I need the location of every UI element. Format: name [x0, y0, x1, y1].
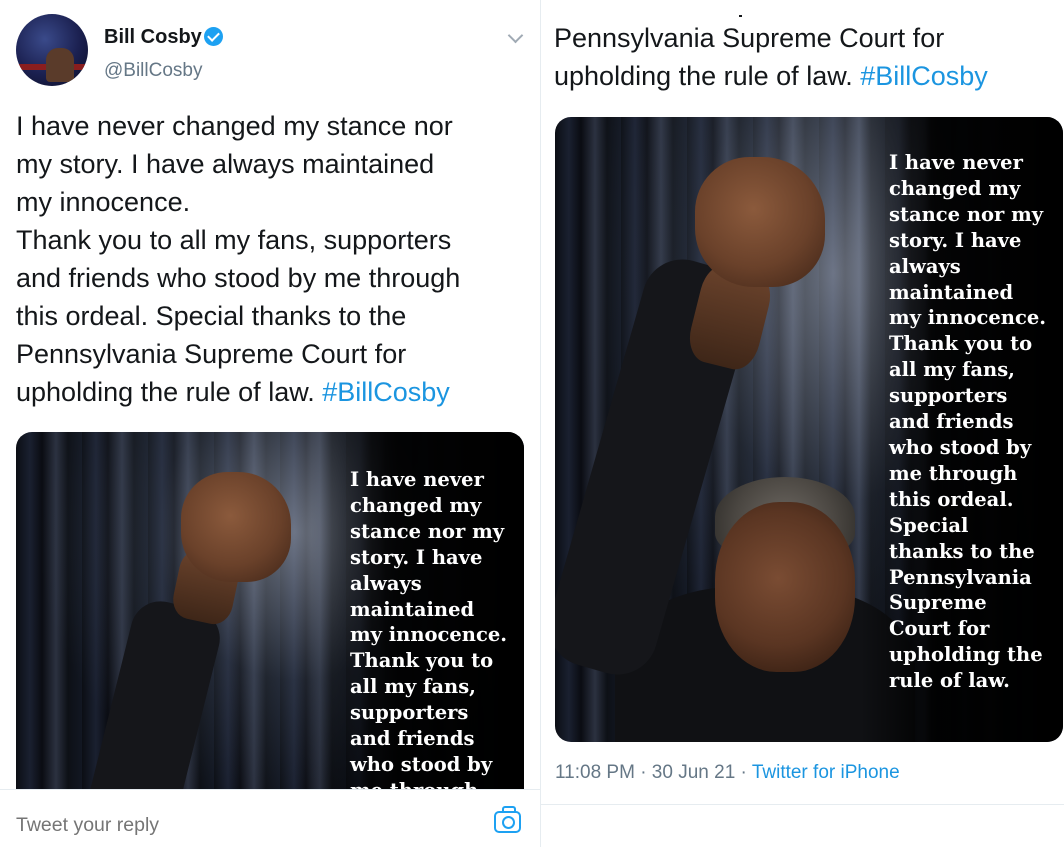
tweet-detail-panel: Bill Cosby @BillCosby I have never chang…	[0, 0, 540, 847]
source-link[interactable]: Twitter for iPhone	[752, 762, 900, 783]
time-date[interactable]: 11:08 PM · 30 Jun 21 ·	[555, 762, 752, 783]
user-handle[interactable]: @BillCosby	[104, 60, 202, 82]
reply-bar	[0, 789, 540, 847]
person-head	[715, 502, 855, 672]
reply-input[interactable]	[16, 814, 267, 837]
image-overlay-text: I have never changed my stance nor my st…	[889, 151, 1047, 693]
divider	[540, 804, 1064, 805]
avatar-figure	[46, 48, 74, 82]
avatar[interactable]	[16, 14, 88, 86]
chevron-down-icon[interactable]	[507, 27, 524, 44]
hashtag-link[interactable]: #BillCosby	[860, 61, 988, 91]
tweet-body: I have never changed my stance nor my st…	[16, 111, 461, 407]
verified-badge-icon	[204, 27, 223, 46]
raised-fist	[695, 157, 825, 287]
tweet-text-continued: Pennsylvania Supreme Court for upholding…	[554, 19, 1054, 95]
tweet-image[interactable]: I have never changed my stance nor my st…	[16, 432, 524, 832]
image-overlay-text: I have never changed my stance nor my st…	[350, 468, 508, 802]
hashtag-link[interactable]: #BillCosby	[322, 377, 450, 407]
camera-icon[interactable]	[494, 806, 521, 833]
tweet-text: I have never changed my stance nor my st…	[16, 107, 531, 411]
raised-fist	[181, 472, 291, 582]
display-name[interactable]: Bill Cosby	[104, 26, 202, 49]
tweet-timestamp: 11:08 PM · 30 Jun 21 · Twitter for iPhon…	[555, 762, 900, 784]
tweet-image[interactable]: I have never changed my stance nor my st…	[555, 117, 1063, 742]
